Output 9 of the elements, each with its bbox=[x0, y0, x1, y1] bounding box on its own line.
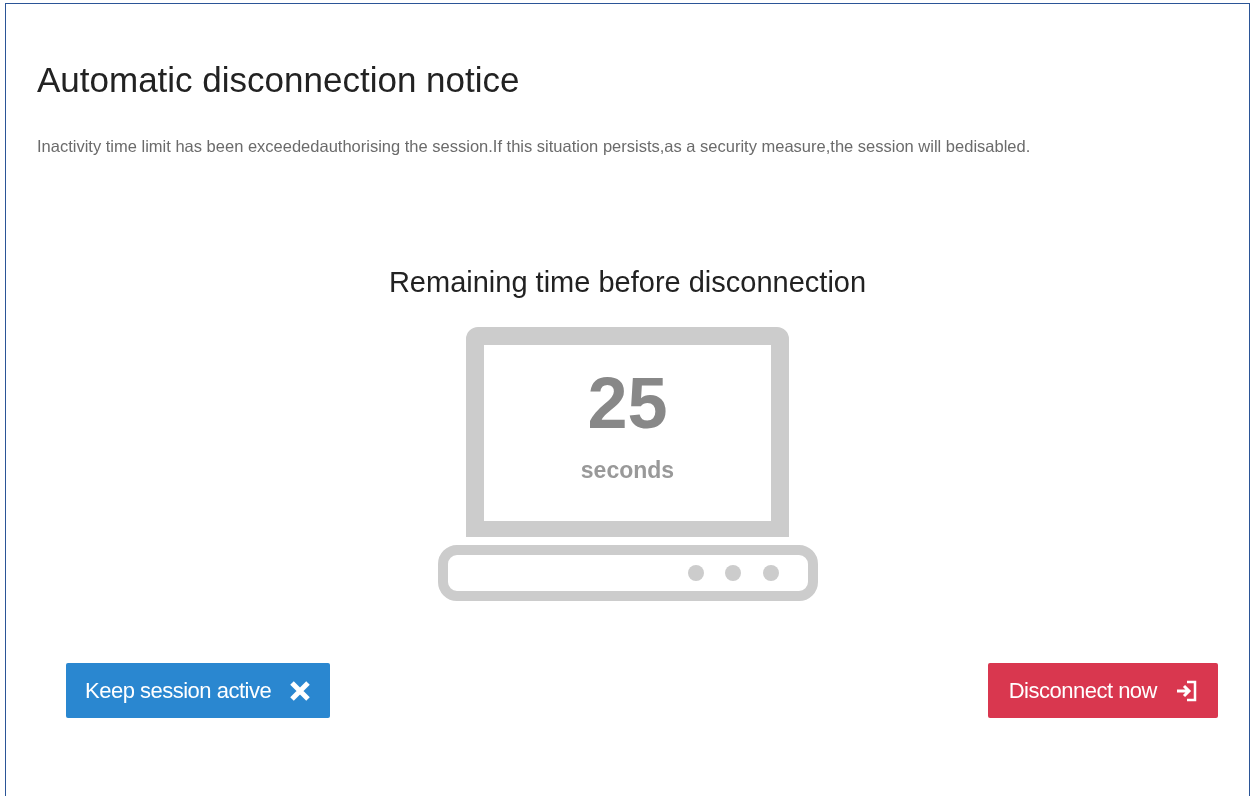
close-icon bbox=[289, 679, 312, 702]
keep-session-button[interactable]: Keep session active bbox=[66, 663, 331, 718]
disconnect-button[interactable]: Disconnect now bbox=[987, 663, 1218, 718]
dialog-title: Automatic disconnection notice bbox=[37, 60, 521, 100]
sign-out-icon bbox=[1175, 678, 1197, 703]
countdown-value: 25 bbox=[587, 367, 668, 439]
notice-message: Inactivity time limit has been exceededauthorising the session.If this situation persists,as a security measure,the session will bedisabled. bbox=[37, 136, 1032, 156]
countdown-heading: Remaining time before disconnection bbox=[388, 266, 867, 299]
countdown-unit: seconds bbox=[580, 457, 675, 484]
